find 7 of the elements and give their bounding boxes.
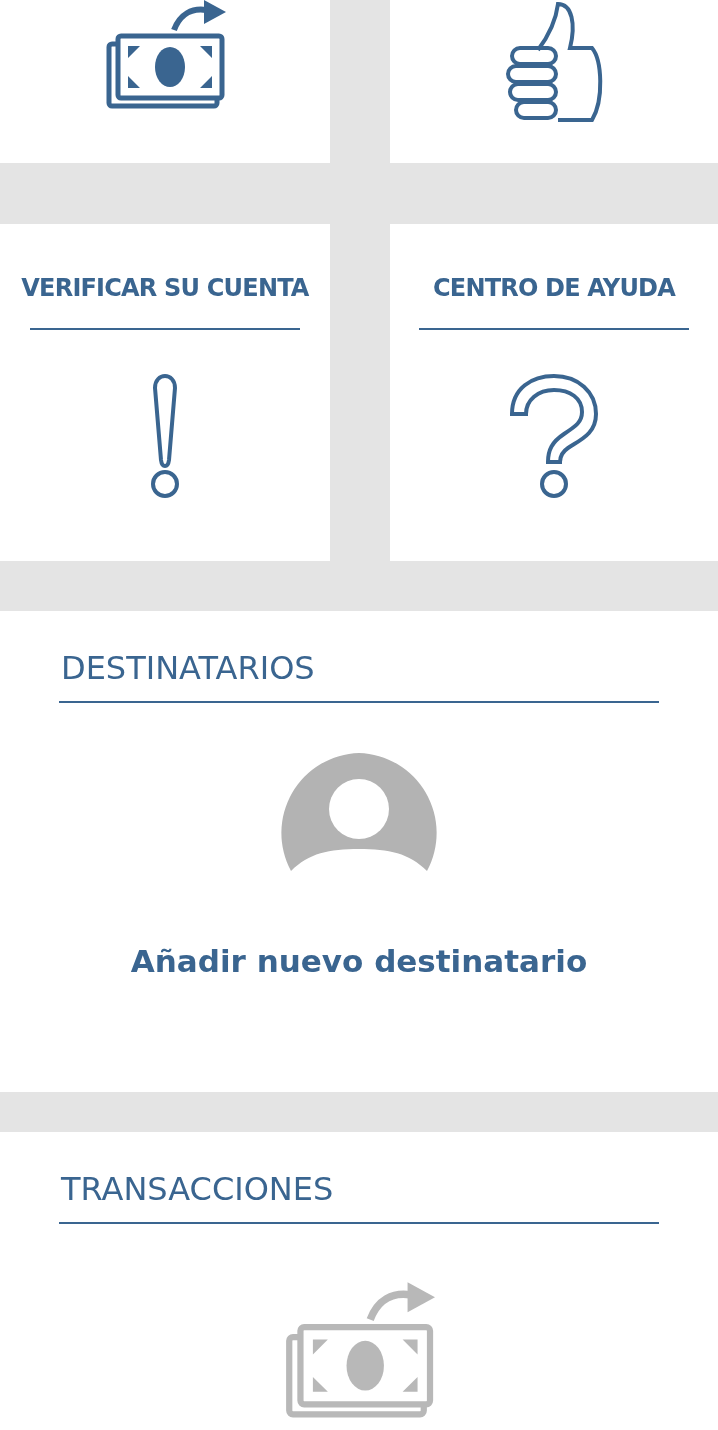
section-title: DESTINATARIOS <box>61 649 315 687</box>
section-title: TRANSACCIONES <box>61 1170 334 1208</box>
exclamation-icon <box>149 374 181 500</box>
tile-label[interactable]: CENTRO DE AYUDA <box>433 274 675 302</box>
tile-label[interactable]: VERIFICAR SU CUENTA <box>21 274 309 302</box>
add-recipient-link[interactable]: Añadir nuevo destinatario <box>130 943 588 979</box>
question-mark-icon <box>510 374 598 500</box>
